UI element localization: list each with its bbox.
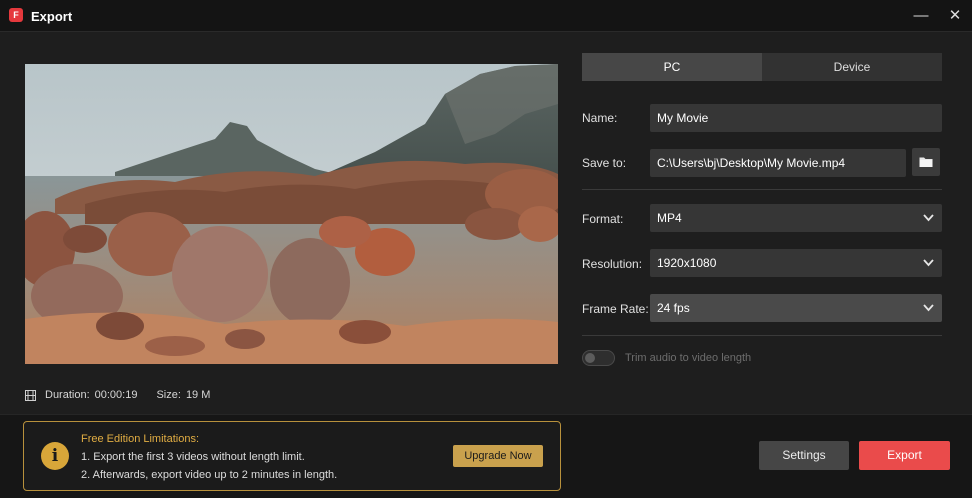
save-path-input[interactable]: C:\Users\bj\Desktop\My Movie.mp4 <box>650 149 906 177</box>
preview-image <box>25 64 558 364</box>
limitation-line-2: 2. Afterwards, export video up to 2 minu… <box>81 469 338 481</box>
toggle-knob <box>585 353 595 363</box>
minimize-button[interactable]: — <box>909 4 933 28</box>
duration-label: Duration: <box>45 389 90 401</box>
resolution-select[interactable]: 1920x1080 <box>650 249 942 277</box>
limitations-title: Free Edition Limitations: <box>81 433 199 445</box>
frame-rate-value: 24 fps <box>657 301 690 315</box>
format-label: Format: <box>582 212 624 226</box>
video-info: Duration: 00:00:19 Size: 19 M <box>25 388 210 402</box>
name-label: Name: <box>582 111 618 125</box>
chevron-down-icon <box>923 214 934 222</box>
resolution-label: Resolution: <box>582 257 643 271</box>
chevron-down-icon <box>923 259 934 267</box>
divider <box>582 335 942 336</box>
limitation-line-1: 1. Export the first 3 videos without len… <box>81 451 305 463</box>
tab-device[interactable]: Device <box>762 53 942 81</box>
free-edition-limitations: i Free Edition Limitations: 1. Export th… <box>23 421 561 491</box>
app-logo-icon: F <box>9 8 23 22</box>
format-select[interactable]: MP4 <box>650 204 942 232</box>
trim-audio-label: Trim audio to video length <box>625 352 752 364</box>
frame-rate-select[interactable]: 24 fps <box>650 294 942 322</box>
window-title: Export <box>31 9 73 24</box>
export-button[interactable]: Export <box>859 441 950 470</box>
size-label: Size: <box>156 389 181 401</box>
close-button[interactable]: ✕ <box>943 4 967 28</box>
resolution-value: 1920x1080 <box>657 256 717 270</box>
video-preview <box>25 64 558 364</box>
save-to-label: Save to: <box>582 156 627 170</box>
duration-value: 00:00:19 <box>94 389 138 401</box>
browse-folder-button[interactable] <box>912 148 940 176</box>
upgrade-now-button[interactable]: Upgrade Now <box>453 445 543 467</box>
title-bar: F Export — ✕ <box>0 0 972 32</box>
info-icon: i <box>41 442 69 470</box>
size-value: 19 M <box>185 389 211 401</box>
frame-rate-label: Frame Rate: <box>582 302 649 316</box>
export-target-tabs: PC Device <box>582 53 942 81</box>
settings-button[interactable]: Settings <box>759 441 849 470</box>
divider <box>582 189 942 190</box>
film-icon <box>25 389 36 401</box>
name-input[interactable]: My Movie <box>650 104 942 132</box>
folder-icon <box>919 157 933 167</box>
tab-pc[interactable]: PC <box>582 53 762 81</box>
format-value: MP4 <box>657 211 682 225</box>
chevron-down-icon <box>923 304 934 312</box>
trim-audio-toggle[interactable] <box>582 350 615 366</box>
